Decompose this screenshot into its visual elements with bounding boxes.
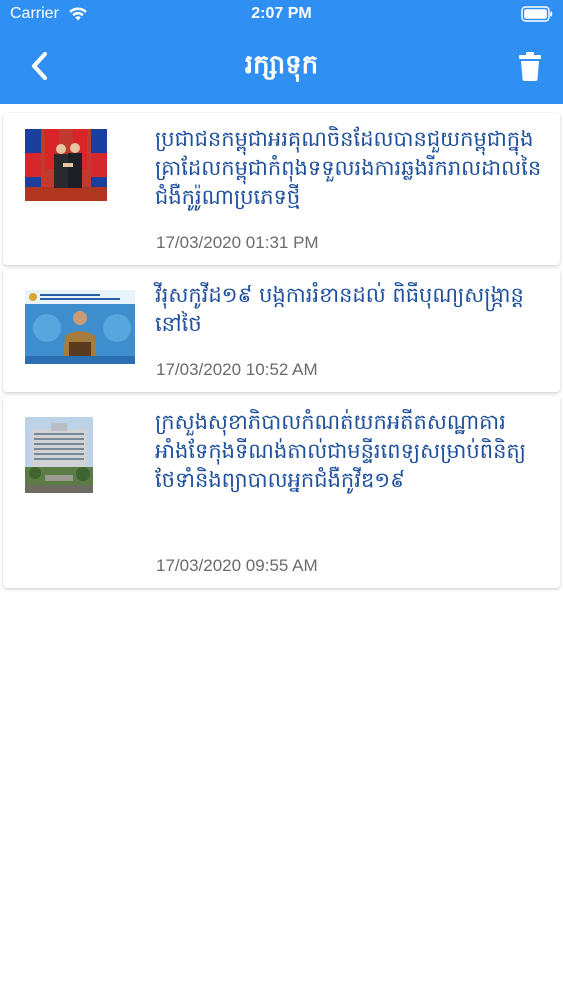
article-date: 17/03/2020 10:52 AM [156, 360, 318, 379]
leaders-handshake-photo [25, 129, 107, 201]
article-date: 17/03/2020 01:31 PM [156, 233, 319, 252]
article-card[interactable]: ក្រសួងសុខាភិបាលកំណត់យកអតីតសណ្ឋាគារអាំងទែ… [3, 396, 560, 588]
article-thumbnail [25, 417, 93, 493]
article-card[interactable]: វីរុសកូវីដ១៩ បង្កការរំខានដល់ ពិធីបុណ្យសង… [3, 269, 560, 392]
battery-icon [521, 6, 553, 22]
article-title: ប្រជាជនកម្ពុជាអរគុណចិនដែលបានជួយកម្ពុជាក្… [155, 127, 542, 209]
delete-all-button[interactable] [517, 50, 543, 82]
press-conference-photo [25, 290, 135, 364]
page-title: រក្សាទុក [244, 50, 319, 80]
article-title: ក្រសួងសុខាភិបាលកំណត់យកអតីតសណ្ឋាគារអាំងទែ… [155, 410, 526, 492]
header-bar: Carrier 2:07 PM រក្សាទុក [0, 0, 563, 104]
trash-icon [519, 52, 541, 81]
status-bar: Carrier 2:07 PM [0, 0, 563, 30]
article-title: វីរុសកូវីដ១៩ បង្កការរំខានដល់ ពិធីបុណ្យសង… [155, 283, 524, 336]
status-time: 2:07 PM [251, 5, 312, 22]
article-card[interactable]: ប្រជាជនកម្ពុជាអរគុណចិនដែលបានជួយកម្ពុជាក្… [3, 113, 560, 265]
hotel-building-photo [25, 417, 93, 493]
article-date: 17/03/2020 09:55 AM [156, 556, 318, 575]
article-thumbnail [25, 129, 107, 201]
article-thumbnail [25, 290, 135, 364]
